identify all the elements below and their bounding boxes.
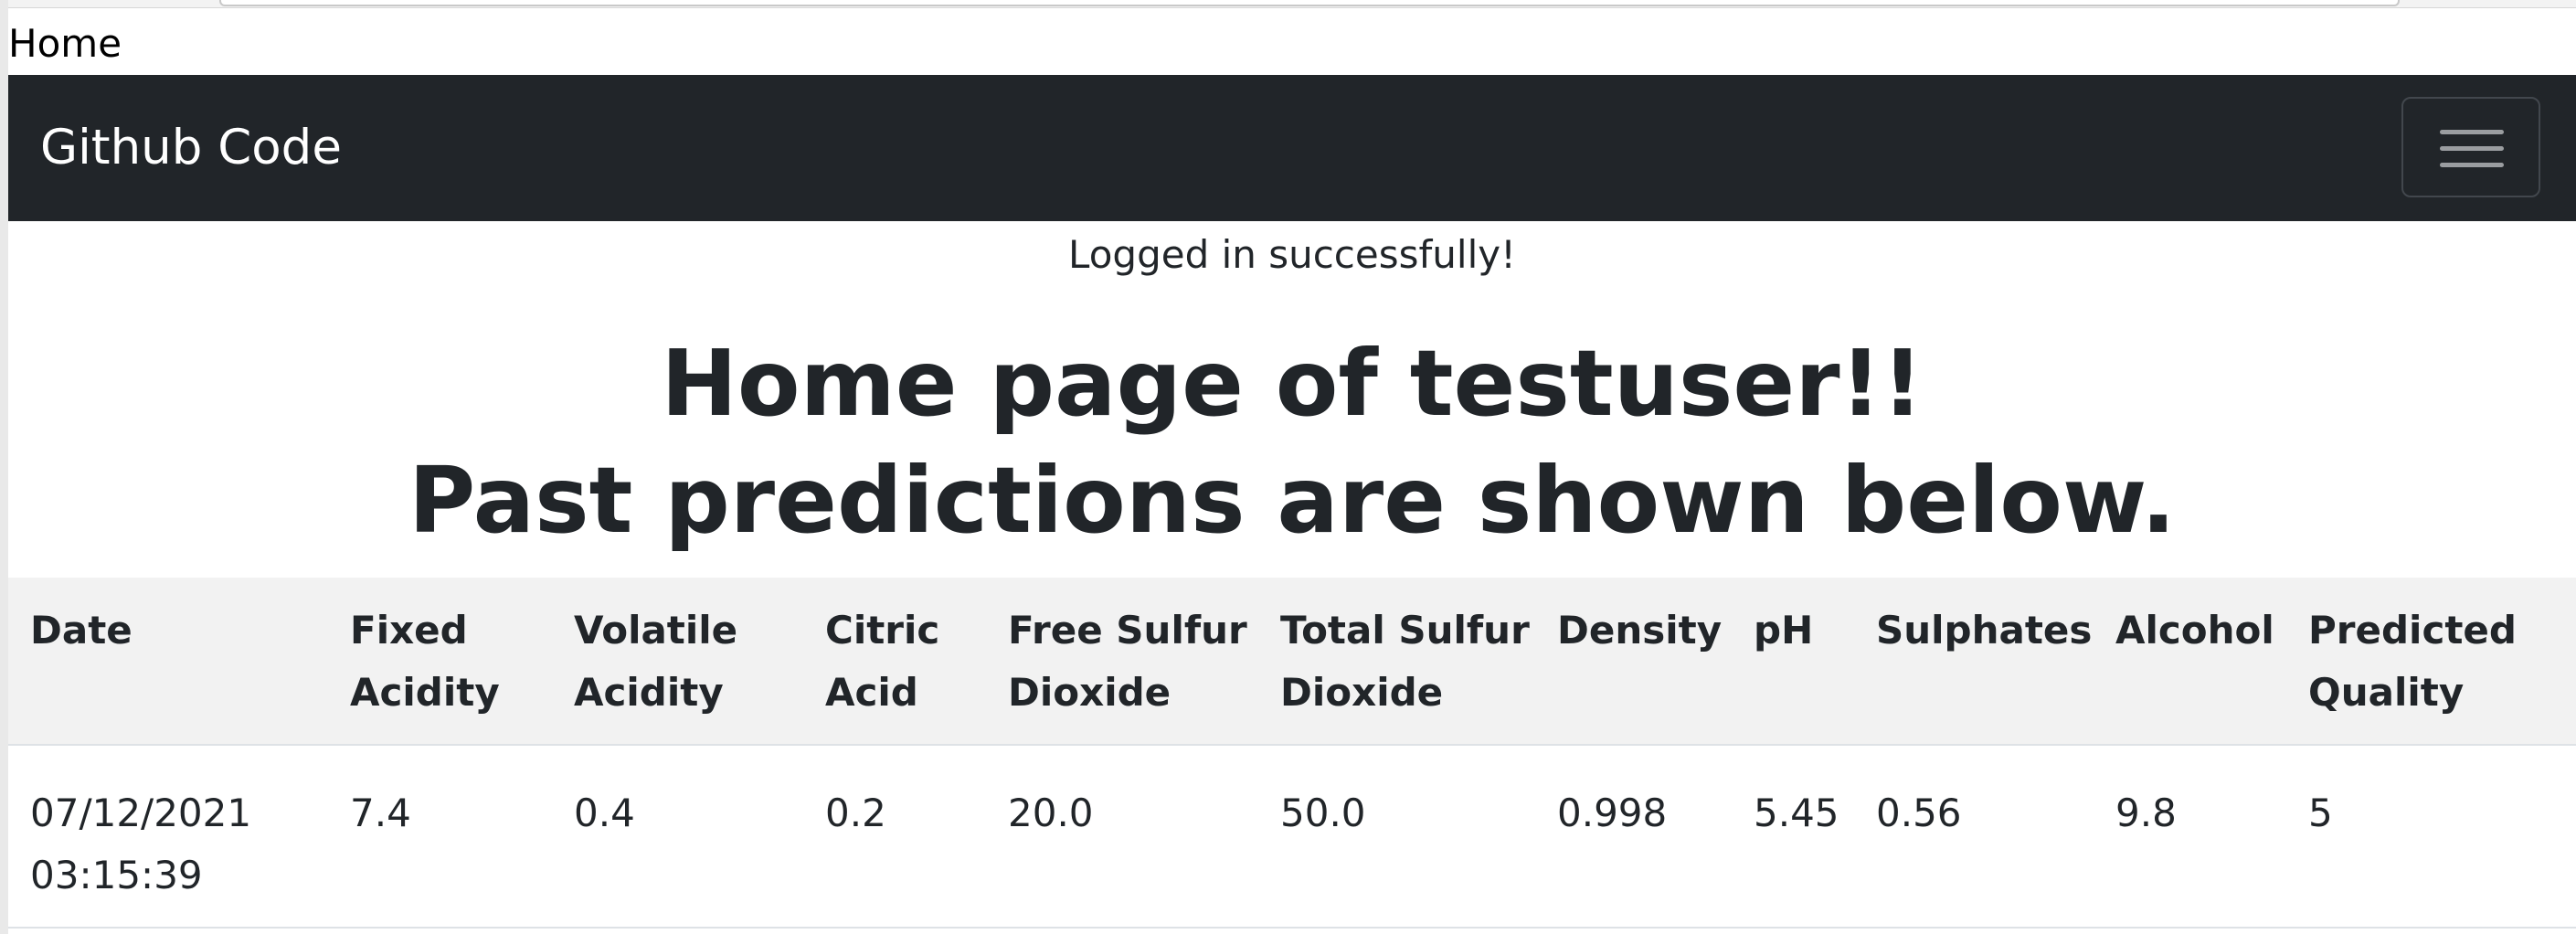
column-header-predicted-quality: Predicted Quality (2286, 578, 2576, 746)
navbar: Github Code (8, 75, 2576, 221)
column-header-alcohol: Alcohol (2094, 578, 2286, 746)
navbar-brand-link[interactable]: Github Code (40, 75, 342, 221)
column-header-free-sulfur-dioxide: Free Sulfur Dioxide (986, 578, 1258, 746)
cell-predicted-quality: 5 (2286, 745, 2576, 929)
page-tab-title: Home (8, 21, 122, 66)
column-header-citric-acid: Citric Acid (803, 578, 986, 746)
column-header-total-sulfur-dioxide: Total Sulfur Dioxide (1258, 578, 1535, 746)
flash-message: Logged in successfully! (1068, 232, 1516, 277)
cell-date: 07/12/2021 03:15:39 (8, 745, 328, 929)
column-header-date: Date (8, 578, 328, 746)
column-header-volatile-acidity: Volatile Acidity (552, 578, 803, 746)
cell-volatile-acidity: 0.4 (552, 745, 803, 929)
cell-citric-acid: 0.2 (803, 745, 986, 929)
cell-free-sulfur-dioxide: 20.0 (986, 745, 1258, 929)
table-header-row: Date Fixed Acidity Volatile Acidity Citric… (8, 578, 2576, 746)
column-header-density: Density (1535, 578, 1732, 746)
table-row: 07/12/2021 03:15:39 7.4 0.4 0.2 20.0 50.0… (8, 745, 2576, 929)
column-header-ph: pH (1732, 578, 1854, 746)
cell-total-sulfur-dioxide: 50.0 (1258, 745, 1535, 929)
browser-toolbar (0, 0, 2576, 8)
heading-line-1: Home page of testuser!! (661, 330, 1924, 437)
column-header-fixed-acidity: Fixed Acidity (328, 578, 552, 746)
cell-fixed-acidity: 7.4 (328, 745, 552, 929)
predictions-table: Date Fixed Acidity Volatile Acidity Citric… (8, 578, 2576, 929)
cell-ph: 5.45 (1732, 745, 1854, 929)
navbar-toggler-button[interactable] (2401, 97, 2540, 197)
window-edge (0, 0, 8, 934)
page-heading: Home page of testuser!! Past predictions… (8, 325, 2576, 559)
heading-line-2: Past predictions are shown below. (408, 447, 2176, 554)
cell-alcohol: 9.8 (2094, 745, 2286, 929)
cell-sulphates: 0.56 (1854, 745, 2094, 929)
cell-density: 0.998 (1535, 745, 1732, 929)
page: Home Github Code Logged in successfully!… (0, 0, 2576, 934)
column-header-sulphates: Sulphates (1854, 578, 2094, 746)
address-bar[interactable] (219, 0, 2400, 6)
predictions-table-container: Date Fixed Acidity Volatile Acidity Citric… (8, 578, 2576, 929)
